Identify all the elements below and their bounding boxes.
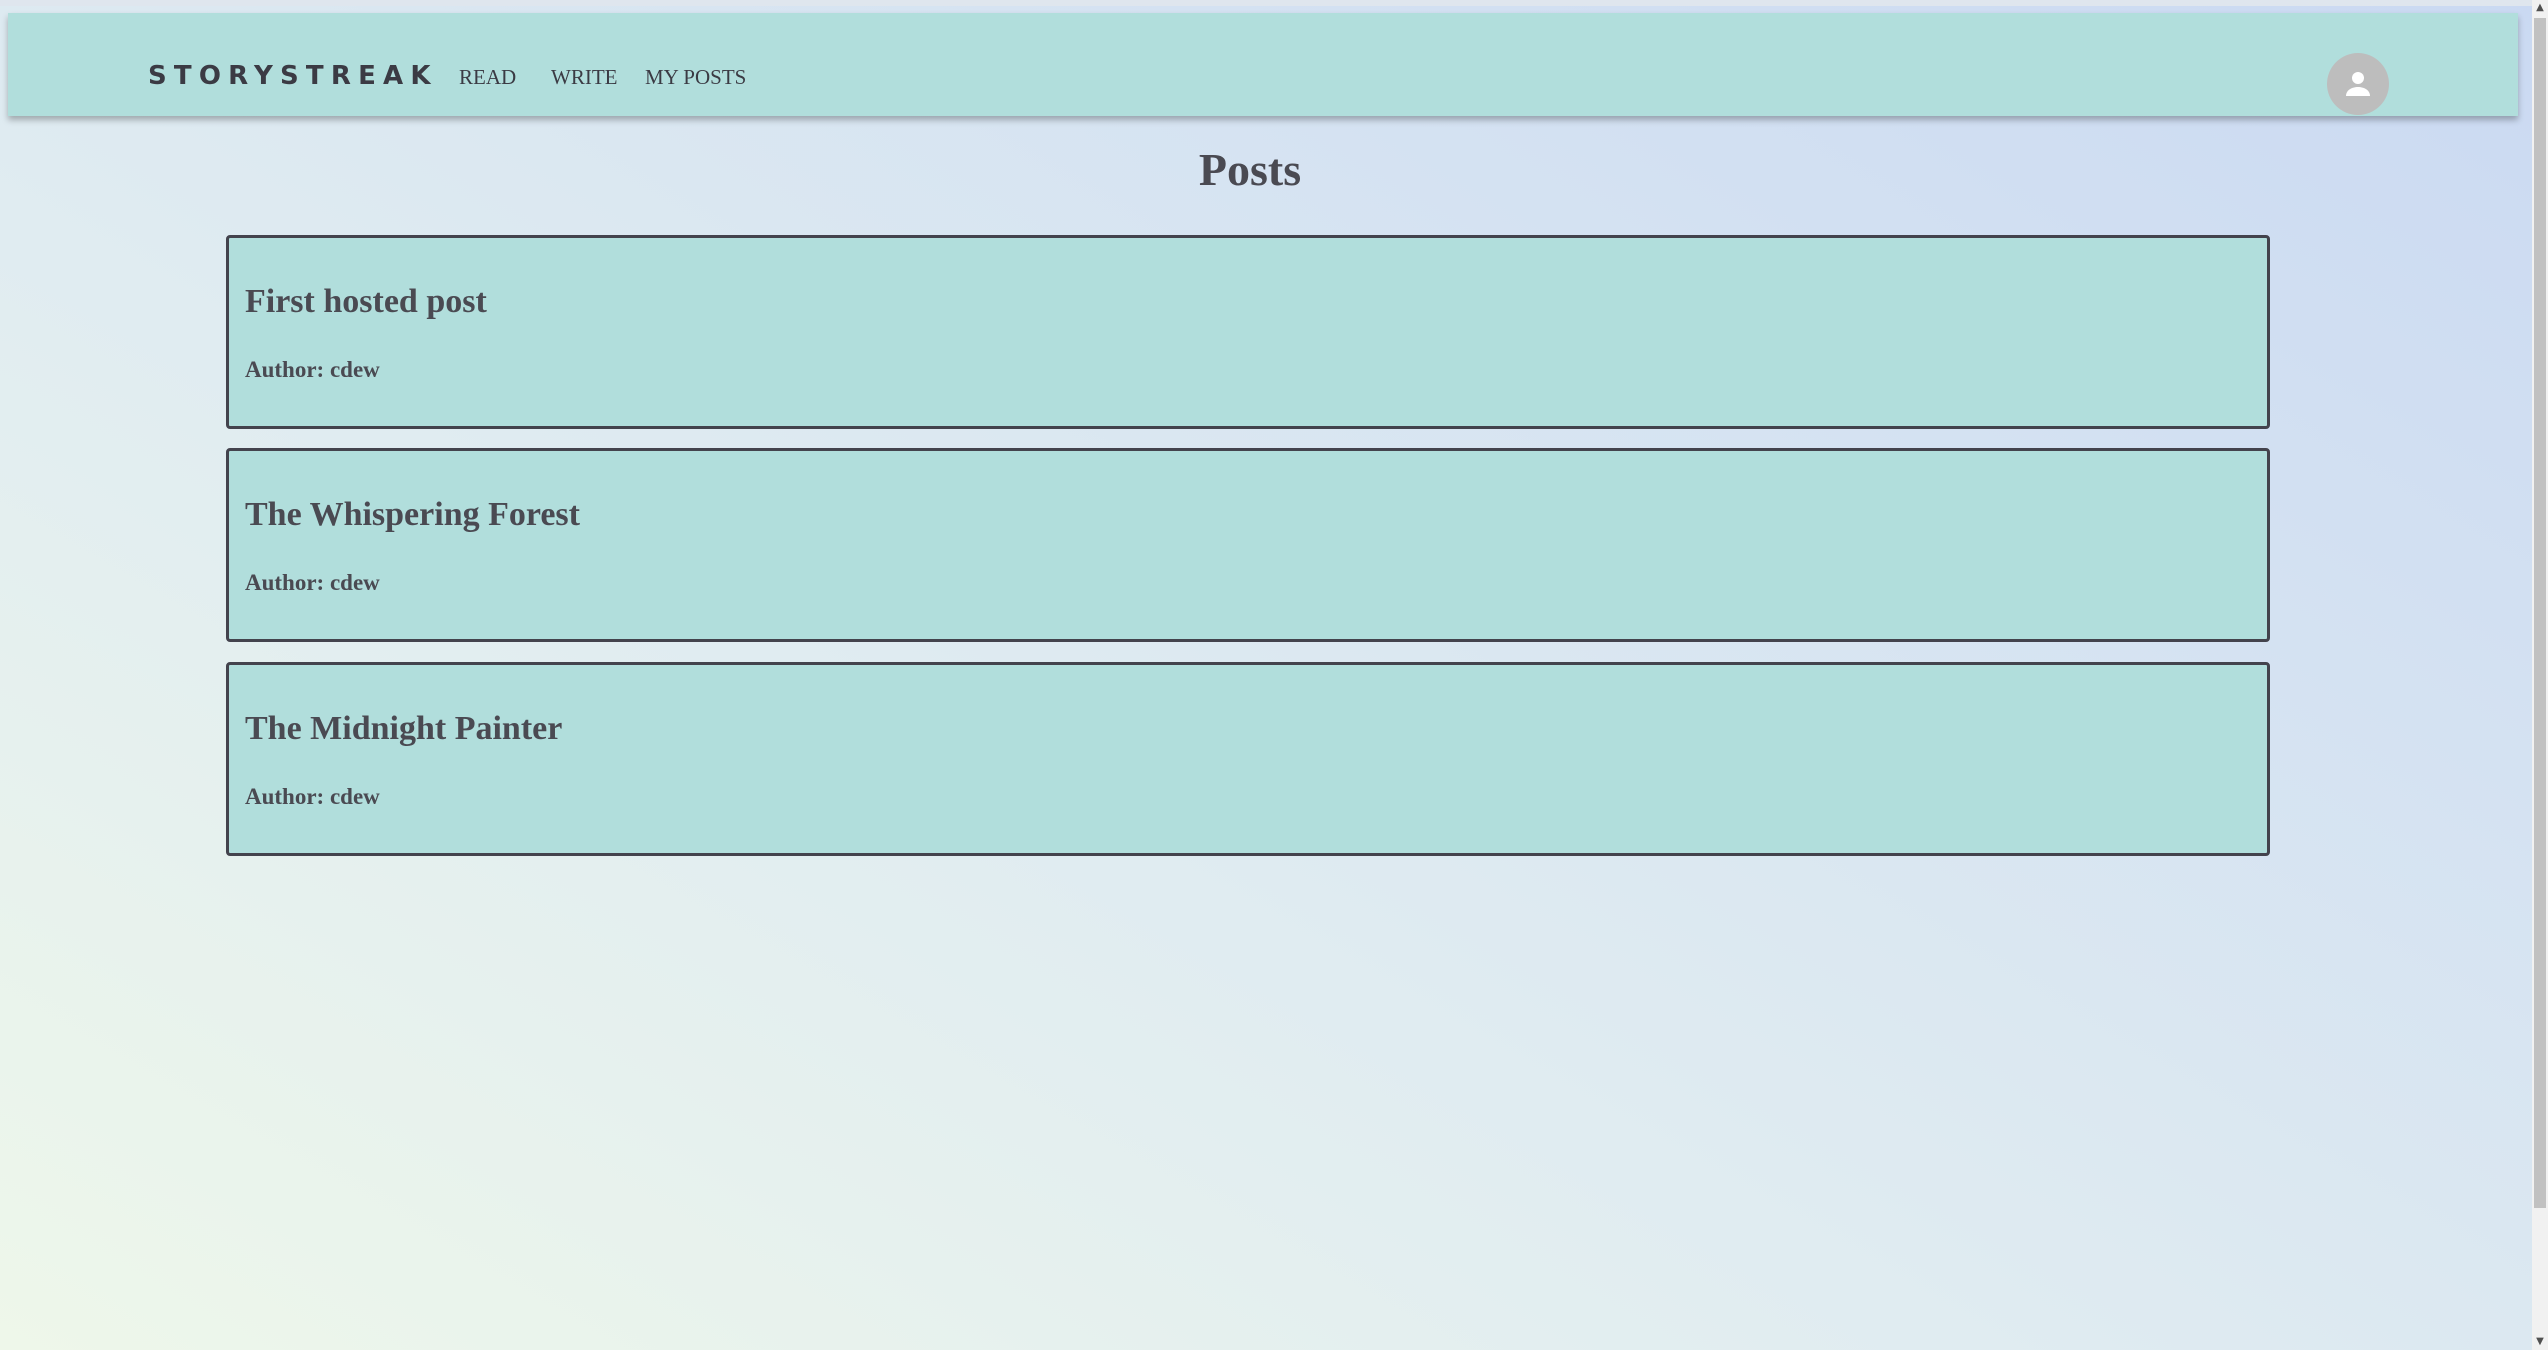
brand-logo[interactable]: STORYSTREAK <box>148 61 438 91</box>
post-title[interactable]: First hosted post <box>245 282 487 322</box>
post-author: Author: cdew <box>245 357 380 382</box>
window-top-strip <box>0 0 2548 6</box>
scroll-up-arrow-icon[interactable]: ▲ <box>2532 0 2548 16</box>
post-card[interactable]: First hosted post Author: cdew <box>226 235 2270 429</box>
post-card[interactable]: The Midnight Painter Author: cdew <box>226 662 2270 856</box>
post-author: Author: cdew <box>245 784 380 809</box>
vertical-scrollbar[interactable]: ▲ ▼ <box>2532 0 2548 1350</box>
post-author: Author: cdew <box>245 570 380 595</box>
person-icon <box>2346 72 2370 96</box>
post-title[interactable]: The Midnight Painter <box>245 709 562 749</box>
nav-link-my-posts[interactable]: MY POSTS <box>645 65 746 89</box>
scrollbar-thumb[interactable] <box>2534 18 2546 1208</box>
nav-link-read[interactable]: READ <box>459 65 516 89</box>
post-title[interactable]: The Whispering Forest <box>245 495 580 535</box>
nav-link-write[interactable]: WRITE <box>551 65 617 89</box>
page-title: Posts <box>1198 144 1302 195</box>
navbar: STORYSTREAK READ WRITE MY POSTS <box>8 13 2518 116</box>
scroll-down-arrow-icon[interactable]: ▼ <box>2532 1334 2548 1350</box>
user-avatar-button[interactable] <box>2327 53 2389 115</box>
post-card[interactable]: The Whispering Forest Author: cdew <box>226 448 2270 642</box>
